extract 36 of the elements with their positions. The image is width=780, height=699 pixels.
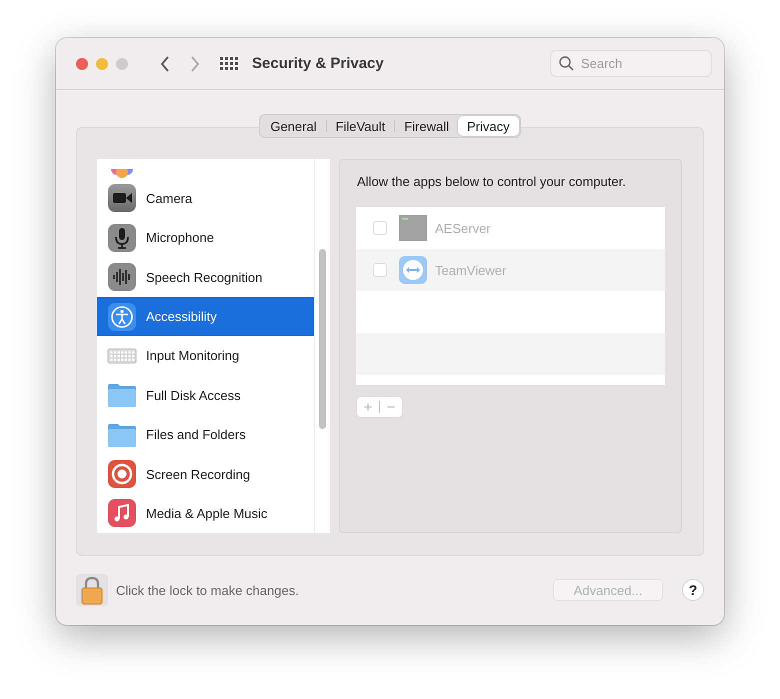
- sidebar-item[interactable]: Input Monitoring: [97, 336, 314, 376]
- sidebar-item[interactable]: Files and Folders: [97, 414, 314, 454]
- window-title: Security & Privacy: [252, 55, 384, 72]
- window-close-button[interactable]: [76, 58, 88, 70]
- camera-icon: [107, 183, 137, 214]
- app-window-icon: [399, 214, 427, 242]
- waveform-icon: [107, 262, 137, 292]
- scrollbar-thumb[interactable]: [319, 249, 326, 429]
- sidebar-item[interactable]: Accessibility: [97, 296, 314, 336]
- sidebar-item[interactable]: Camera: [97, 178, 314, 218]
- accessibility-icon: [107, 302, 137, 332]
- lock-button[interactable]: [76, 574, 108, 606]
- record-icon: [107, 459, 137, 489]
- grid-icon[interactable]: [220, 56, 238, 70]
- app-name: TeamViewer: [435, 262, 506, 278]
- tab[interactable]: Privacy: [458, 116, 519, 136]
- window-minimize-button[interactable]: [96, 58, 108, 70]
- help-button[interactable]: ?: [682, 579, 704, 601]
- microphone-icon: [107, 222, 137, 253]
- search-icon: [559, 56, 574, 71]
- sidebar-item[interactable]: Media & Apple Music: [97, 494, 314, 533]
- music-note-icon: [107, 498, 137, 528]
- tab[interactable]: FileVault: [326, 116, 394, 136]
- search-field[interactable]: Search: [550, 50, 712, 77]
- back-icon[interactable]: [160, 56, 170, 72]
- app-name: AEServer: [435, 220, 491, 236]
- tab[interactable]: General: [261, 116, 326, 136]
- sidebar-item[interactable]: Speech Recognition: [97, 257, 314, 297]
- window-zoom-button[interactable]: [116, 58, 128, 70]
- sidebar-item[interactable]: Full Disk Access: [97, 376, 314, 415]
- description: Allow the apps below to control your computer.: [357, 174, 627, 189]
- forward-icon[interactable]: [190, 56, 200, 72]
- tab[interactable]: Firewall: [395, 116, 458, 136]
- sidebar-item[interactable]: Microphone: [97, 218, 314, 258]
- lock-hint: Click the lock to make changes.: [116, 582, 299, 598]
- sidebar-item[interactable]: Screen Recording: [97, 454, 314, 494]
